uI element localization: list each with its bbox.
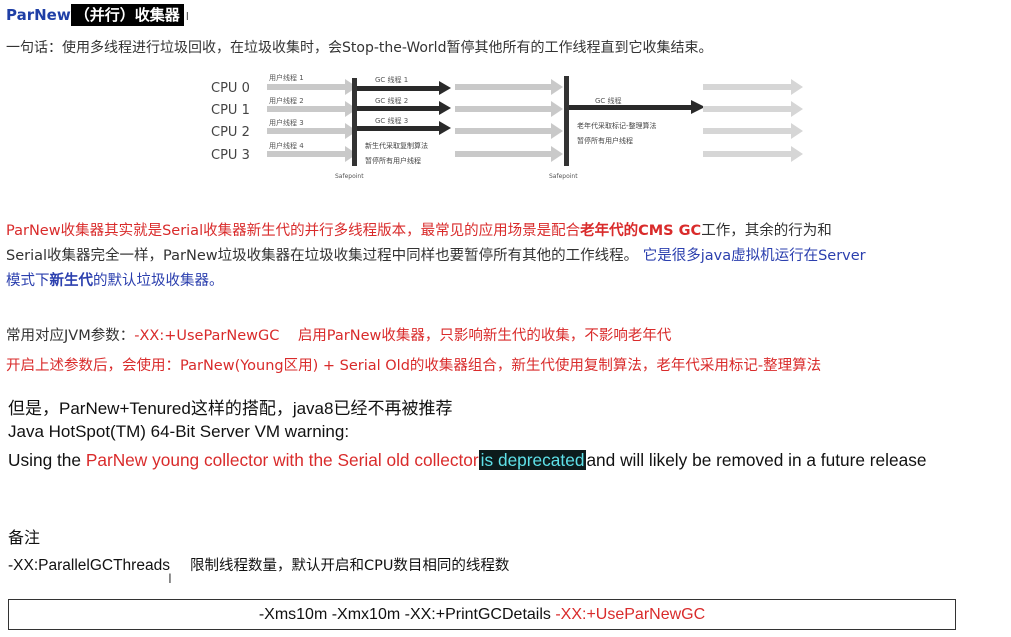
description-text: Serial收集器完全一样，ParNew垃圾收集器在垃圾收集过程中同样也要暂停所…	[6, 248, 639, 264]
user-thread-arrows-3	[703, 79, 803, 162]
description-blue-text: 它是很多java虚拟机运行在Server	[642, 248, 866, 264]
page-title: ParNew （并行）收集器 I	[6, 4, 189, 26]
threads-description: 限制线程数量，默认开启和CPU数目相同的线程数	[189, 558, 510, 574]
description-text: 工作，其余的行为和	[701, 223, 832, 239]
enable-effect-line: 开启上述参数后，会使用：ParNew(Young区用) + Serial Old…	[6, 358, 822, 374]
user-thread-label: 用户线程 4	[269, 141, 304, 150]
param-description: 启用ParNew收集器，只影响新生代的收集，不影响老年代	[297, 328, 672, 344]
description-cms-gc: 老年代的CMS GC	[580, 223, 702, 239]
safepoint-bar	[352, 78, 357, 166]
safepoint-label: Safepoint	[335, 173, 364, 180]
description-line-2: Serial收集器完全一样，ParNew垃圾收集器在垃圾收集过程中同样也要暂停所…	[6, 244, 866, 269]
param-label: 常用对应JVM参数：	[6, 328, 135, 344]
warning-collector-text: ParNew young collector with the Serial o…	[85, 450, 479, 470]
user-thread-label: 用户线程 1	[269, 73, 304, 82]
safepoint-bar	[564, 76, 569, 166]
jvm-param-line: 常用对应JVM参数：-XX:+UseParNewGC 启用ParNew收集器，只…	[6, 324, 671, 345]
title-english: ParNew	[6, 6, 71, 24]
gc-thread-arrows	[357, 81, 451, 135]
parnew-thread-diagram: CPU 0 CPU 1 CPU 2 CPU 3 用户线程 1 用户线程 2 用户…	[211, 73, 803, 180]
summary-sentence: 一句话：使用多线程进行垃圾回收，在垃圾收集时，会Stop-the-World暂停…	[6, 40, 713, 56]
threads-flag: -XX:ParallelGCThreads	[8, 557, 170, 574]
command-parnew-flag: -XX:+UseParNewGC	[555, 606, 706, 623]
text-cursor-icon: I	[168, 570, 172, 586]
title-chinese-highlighted: （并行）收集器	[70, 4, 184, 26]
description-young-gen: 新生代	[49, 273, 94, 289]
description-blue-text: 模式下	[6, 273, 50, 289]
user-thread-arrows-2	[455, 79, 563, 162]
gc-thread-label: GC 线程 2	[375, 96, 408, 105]
safepoint-label: Safepoint	[549, 173, 578, 180]
old-gc-thread-label: GC 线程	[595, 96, 622, 105]
old-gc-note: 暂停所有用户线程	[577, 136, 633, 145]
old-gc-arrow	[569, 100, 705, 114]
gc-thread-label: GC 线程 3	[375, 116, 408, 125]
jvm-command-box: -Xms10m -Xmx10m -XX:+PrintGCDetails -XX:…	[8, 599, 956, 630]
description-paragraph: ParNew收集器其实就是Serial收集器新生代的并行多线程版本，最常见的应用…	[6, 219, 866, 294]
deprecation-warning: Using the ParNew young collector with th…	[8, 449, 1003, 472]
description-line-1: ParNew收集器其实就是Serial收集器新生代的并行多线程版本，最常见的应用…	[6, 219, 866, 244]
not-recommended-line: 但是，ParNew+Tenured这样的搭配，java8已经不再被推荐	[8, 399, 453, 418]
gc-threads-line: -XX:ParallelGCThreads 限制线程数量，默认开启和CPU数目相同…	[8, 554, 509, 575]
description-blue-text: 的默认垃圾收集器。	[93, 273, 224, 289]
gc-thread-label: GC 线程 1	[375, 75, 408, 84]
param-flag: -XX:+UseParNewGC	[134, 328, 280, 344]
warning-text: Using the	[8, 450, 86, 470]
young-gc-note: 暂停所有用户线程	[365, 156, 421, 165]
deprecated-highlight: is deprecated	[478, 450, 587, 470]
note-label: 备注	[8, 530, 41, 547]
user-thread-label: 用户线程 3	[269, 118, 304, 127]
text-cursor-icon: I	[185, 10, 189, 23]
cpu-label: CPU 1	[211, 103, 250, 118]
lower-section: 但是，ParNew+Tenured这样的搭配，java8已经不再被推荐 Java…	[0, 386, 1011, 637]
old-gc-note: 老年代采取标记-整理算法	[577, 121, 657, 130]
cpu-label: CPU 3	[211, 148, 250, 163]
command-options: -Xms10m -Xmx10m -XX:+PrintGCDetails	[258, 606, 556, 623]
description-line-3: 模式下新生代的默认垃圾收集器。	[6, 269, 866, 294]
cpu-label: CPU 2	[211, 125, 250, 140]
vm-warning-title: Java HotSpot(TM) 64-Bit Server VM warnin…	[8, 422, 350, 441]
young-gc-note: 新生代采取复制算法	[365, 141, 428, 150]
cpu-label: CPU 0	[211, 81, 250, 96]
user-thread-label: 用户线程 2	[269, 96, 304, 105]
warning-text: and will likely be removed in a future r…	[586, 450, 927, 470]
description-red-text: ParNew收集器其实就是Serial收集器新生代的并行多线程版本，最常见的应用…	[6, 223, 581, 239]
